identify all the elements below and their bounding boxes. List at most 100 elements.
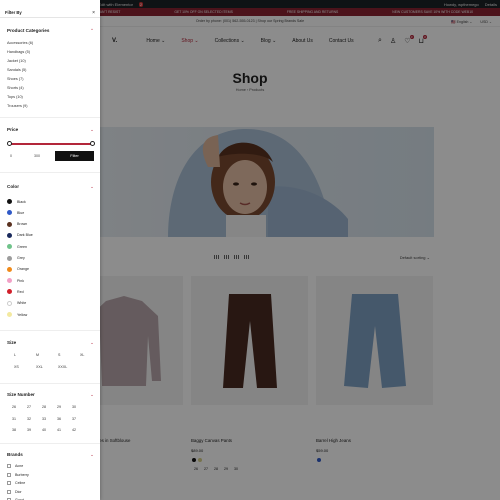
category-item[interactable]: Sandals (5) [7, 68, 26, 72]
color-label: Brown [17, 222, 28, 227]
color-option[interactable]: White [7, 300, 27, 306]
category-item[interactable]: Jacket (10) [7, 59, 26, 63]
color-swatch-icon [7, 232, 12, 238]
color-option[interactable]: Brown [7, 221, 28, 227]
checkbox-icon[interactable] [7, 464, 11, 468]
color-label: Yellow [17, 312, 28, 317]
color-swatch-icon [7, 278, 12, 284]
category-item[interactable]: Accessories (6) [7, 41, 33, 45]
section-size-title[interactable]: Size ⌄ [7, 340, 94, 345]
size-option[interactable]: S [58, 353, 60, 357]
sidebar-title: Filter By [5, 10, 22, 15]
size-option[interactable]: XXL [36, 365, 43, 369]
divider [0, 330, 100, 331]
color-label: Blue [17, 210, 25, 215]
divider [0, 443, 100, 444]
size-number-option[interactable]: 29 [57, 405, 61, 409]
size-number-option[interactable]: 33 [42, 417, 46, 421]
size-option[interactable]: M [36, 353, 39, 357]
size-number-option[interactable]: 38 [12, 428, 16, 432]
size-number-option[interactable]: 27 [27, 405, 31, 409]
chevron-down-icon: ⌄ [90, 392, 94, 397]
section-size-number-title[interactable]: Size Number ⌄ [7, 392, 94, 397]
brand-label: Burberry [15, 472, 29, 477]
color-option[interactable]: Dark Blue [7, 232, 33, 238]
color-swatch-icon [7, 312, 12, 317]
color-option[interactable]: Red [7, 289, 24, 295]
chevron-down-icon: ⌄ [90, 340, 94, 345]
section-brands-title[interactable]: Brands ⌄ [7, 452, 94, 457]
category-item[interactable]: Shorts (4) [7, 86, 24, 90]
close-icon[interactable]: × [92, 10, 95, 16]
checkbox-icon[interactable] [7, 481, 11, 485]
checkbox-icon[interactable] [7, 472, 11, 477]
size-number-option[interactable]: 39 [27, 428, 31, 432]
chevron-down-icon: ⌄ [90, 184, 94, 189]
size-number-option[interactable]: 26 [12, 405, 16, 409]
size-number-option[interactable]: 42 [72, 428, 76, 432]
size-number-option[interactable]: 37 [72, 417, 76, 421]
size-number-option[interactable]: 32 [27, 417, 31, 421]
size-option[interactable]: XS [14, 365, 19, 369]
color-swatch-icon [7, 300, 12, 306]
category-item[interactable]: Shoes (7) [7, 77, 23, 81]
price-slider-min-handle[interactable] [6, 141, 12, 146]
brand-option[interactable]: Acne [7, 464, 23, 468]
checkbox-icon[interactable] [7, 489, 11, 494]
size-number-option[interactable]: 41 [57, 428, 61, 432]
color-option[interactable]: Grey [7, 255, 25, 261]
color-label: Black [17, 199, 26, 204]
color-swatch-icon [7, 255, 12, 261]
drawer-overlay[interactable] [100, 0, 500, 500]
size-number-option[interactable]: 40 [42, 428, 46, 432]
color-swatch-icon [7, 221, 12, 227]
color-swatch-icon [7, 266, 12, 272]
color-option[interactable]: Black [7, 199, 26, 204]
color-label: Pink [17, 278, 24, 283]
color-label: Dark Blue [17, 233, 33, 238]
color-option[interactable]: Yellow [7, 312, 27, 317]
color-swatch-icon [7, 210, 12, 216]
color-label: Grey [17, 256, 25, 260]
size-option[interactable]: XXXL [58, 365, 67, 369]
brand-label: Acne [15, 464, 24, 468]
section-categories-title[interactable]: Product Categories ⌃ [7, 28, 94, 33]
color-option[interactable]: Green [7, 244, 27, 250]
filter-button[interactable]: Filter [55, 151, 94, 161]
divider [0, 172, 100, 173]
chevron-up-icon: ⌃ [90, 28, 94, 33]
divider [0, 117, 100, 118]
color-option[interactable]: Orange [7, 266, 29, 272]
color-option[interactable]: Pink [7, 278, 24, 284]
price-slider-max-handle[interactable] [89, 141, 95, 146]
color-label: Orange [17, 267, 29, 272]
color-option[interactable]: Blue [7, 210, 25, 216]
brand-label: Celine [15, 481, 26, 485]
divider [0, 383, 100, 384]
color-swatch-icon [7, 199, 12, 204]
category-item[interactable]: Trousers (9) [7, 104, 28, 108]
price-min-field[interactable]: 0 [7, 151, 29, 161]
filter-sidebar: Filter By × Product Categories ⌃ Accessor… [0, 0, 100, 500]
category-item[interactable]: Handbags (5) [7, 50, 30, 54]
category-item[interactable]: Tops (10) [7, 95, 23, 99]
brand-option[interactable]: Burberry [7, 472, 29, 477]
section-color-title[interactable]: Color ⌄ [7, 184, 94, 189]
price-slider-track[interactable] [9, 143, 92, 145]
size-number-option[interactable]: 31 [12, 417, 16, 421]
size-number-option[interactable]: 28 [42, 405, 46, 409]
sidebar-header: Filter By × [0, 8, 100, 18]
color-label: White [17, 301, 27, 306]
section-price-title[interactable]: Price ⌄ [7, 127, 94, 132]
size-number-option[interactable]: 36 [57, 417, 61, 421]
brand-option[interactable]: Dior [7, 489, 22, 494]
size-number-option[interactable]: 30 [72, 405, 76, 409]
color-swatch-icon [7, 289, 12, 295]
color-label: Red [17, 289, 24, 294]
size-option[interactable]: XL [80, 353, 84, 357]
chevron-down-icon: ⌄ [90, 127, 94, 132]
brand-option[interactable]: Celine [7, 481, 25, 485]
price-max-field[interactable]: 300 [31, 151, 53, 161]
size-option[interactable]: L [14, 353, 16, 357]
brand-label: Dior [15, 489, 22, 494]
